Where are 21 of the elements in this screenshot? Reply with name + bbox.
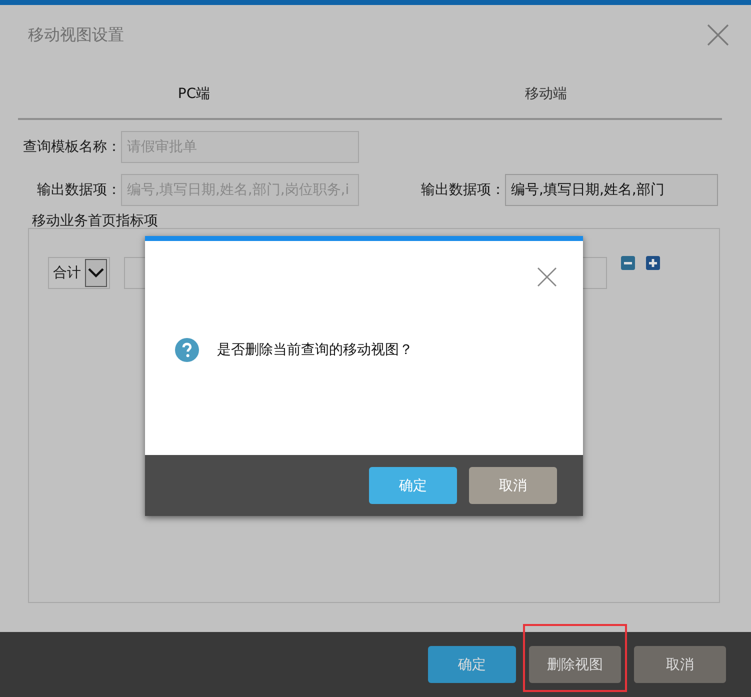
tab[interactable]: PC端: [18, 81, 370, 118]
tab[interactable]: 移动端: [370, 81, 722, 118]
field-label: 查询模板名称：: [22, 138, 121, 156]
dialog-button[interactable]: 确定: [369, 467, 457, 504]
question-icon: [175, 338, 199, 362]
minus-icon[interactable]: [621, 256, 635, 270]
footer-button[interactable]: 删除视图: [529, 646, 621, 683]
section-title: 移动业务首页指标项: [32, 212, 159, 230]
caret-icon: [85, 259, 107, 287]
field-label: 输出数据项：: [36, 181, 121, 199]
footer-button[interactable]: 取消: [634, 646, 726, 683]
dialog-button[interactable]: 取消: [469, 467, 557, 504]
aggregate-select[interactable]: 合计: [48, 257, 110, 289]
plus-icon[interactable]: [646, 256, 660, 270]
confirm-message: 是否删除当前查询的移动视图？: [217, 341, 413, 359]
window-title: 移动视图设置: [28, 24, 124, 46]
close-icon[interactable]: [707, 24, 729, 46]
footer-button[interactable]: 确定: [428, 646, 516, 683]
input-field[interactable]: 编号,填写日期,姓名,部门: [505, 174, 718, 206]
close-icon[interactable]: [537, 267, 557, 287]
field-label: 输出数据项：: [420, 181, 505, 199]
